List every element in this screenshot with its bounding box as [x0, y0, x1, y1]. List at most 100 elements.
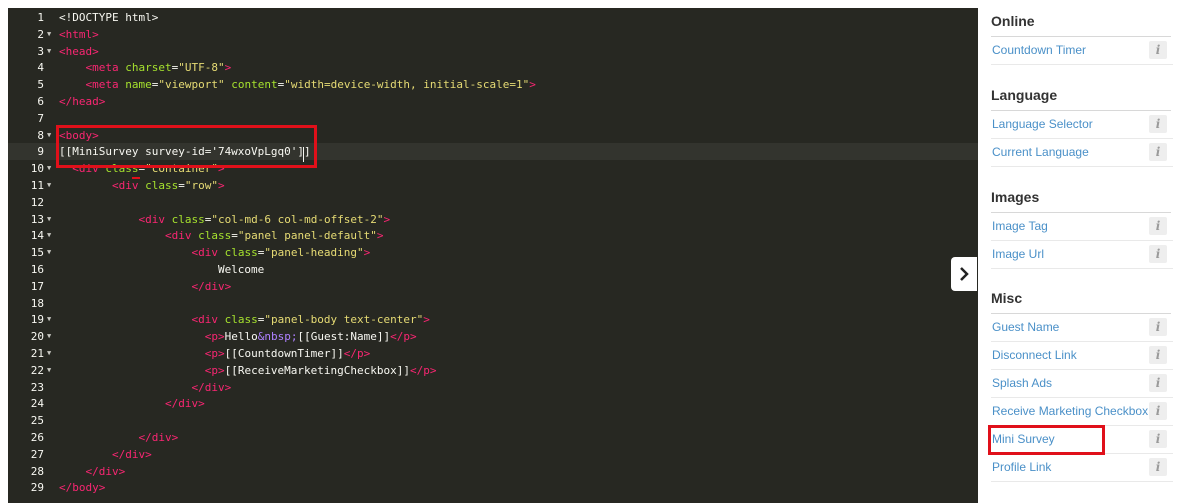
code-token: = [178, 179, 185, 192]
code-line[interactable]: 6 </head> [8, 93, 978, 110]
placeholder-link[interactable]: Guest Name [992, 320, 1059, 334]
code-line[interactable]: 11 ▼ <div class="row"> [8, 177, 978, 194]
fold-arrow-icon[interactable]: ▼ [47, 43, 51, 60]
code-line[interactable]: 16 Welcome [8, 261, 978, 278]
code-token: <head> [59, 44, 99, 58]
code-line[interactable]: 9 [[MiniSurvey survey-id='74wxoVpLgq0']] [8, 143, 978, 161]
fold-arrow-icon[interactable]: ▼ [47, 328, 51, 345]
code-line[interactable]: 21 ▼ <p>[[CountdownTimer]]</p> [8, 345, 978, 362]
fold-arrow-icon[interactable]: ▼ [47, 227, 51, 244]
info-icon[interactable]: i [1149, 318, 1167, 336]
placeholder-link[interactable]: Current Language [992, 145, 1089, 159]
code-token: <div [191, 313, 225, 327]
code-token: name [125, 78, 152, 92]
info-icon[interactable]: i [1149, 143, 1167, 161]
line-number: 21 [30, 347, 44, 360]
info-icon[interactable]: i [1149, 245, 1167, 263]
placeholder-link[interactable]: Mini Survey [992, 432, 1055, 446]
line-number: 27 [30, 447, 44, 461]
code-line[interactable]: 23 </div> [8, 379, 978, 396]
info-icon[interactable]: i [1149, 115, 1167, 133]
placeholder-item-splash-ads[interactable]: Splash Ads i [991, 370, 1173, 398]
code-line[interactable]: 15 ▼ <div class="panel-heading"> [8, 244, 978, 261]
code-line[interactable]: 22 ▼ <p>[[ReceiveMarketingCheckbox]]</p> [8, 362, 978, 379]
code-line[interactable]: 2 ▼ <html> [8, 26, 978, 43]
placeholder-item-guest-name[interactable]: Guest Name i [991, 314, 1173, 342]
placeholder-link[interactable]: Splash Ads [992, 376, 1052, 390]
placeholder-item-disconnect-link[interactable]: Disconnect Link i [991, 342, 1173, 370]
code-line[interactable]: 25 [8, 412, 978, 429]
info-icon[interactable]: i [1149, 346, 1167, 364]
fold-arrow-icon[interactable]: ▼ [47, 26, 51, 43]
placeholder-item-profile-link[interactable]: Profile Link i [991, 454, 1173, 482]
placeholder-item-current-language[interactable]: Current Language i [991, 139, 1173, 167]
fold-arrow-icon[interactable]: ▼ [47, 311, 51, 328]
code-token: </div> [191, 380, 232, 394]
info-icon[interactable]: i [1149, 217, 1167, 235]
placeholder-item-image-url[interactable]: Image Url i [991, 241, 1173, 269]
code-line[interactable]: 20 ▼ <p>Hello&nbsp;[[Guest:Name]]</p> [8, 328, 978, 345]
fold-arrow-icon[interactable]: ▼ [47, 362, 51, 379]
code-token: <div [138, 212, 172, 226]
line-number: 23 [30, 380, 44, 394]
info-icon[interactable]: i [1149, 430, 1167, 448]
code-line[interactable]: 27 </div> [8, 446, 978, 463]
placeholder-link[interactable]: Profile Link [992, 460, 1051, 474]
line-number: 18 [30, 296, 44, 310]
fold-arrow-icon[interactable]: ▼ [47, 127, 51, 144]
code-line[interactable]: 18 [8, 295, 978, 312]
code-line[interactable]: 4 <meta charset="UTF-8"> [8, 59, 978, 76]
code-line[interactable]: 29 </body> [8, 479, 978, 496]
fold-arrow-icon[interactable]: ▼ [47, 160, 51, 177]
placeholder-item-language-selector[interactable]: Language Selector i [991, 111, 1173, 139]
code-line[interactable]: 26 </div> [8, 429, 978, 446]
placeholder-item-image-tag[interactable]: Image Tag i [991, 213, 1173, 241]
code-line[interactable]: 19 ▼ <div class="panel-body text-center"> [8, 311, 978, 328]
placeholder-link[interactable]: Countdown Timer [992, 43, 1086, 57]
code-line[interactable]: 8 ▼ <body> [8, 127, 978, 144]
code-line[interactable]: 17 </div> [8, 278, 978, 295]
info-icon[interactable]: i [1149, 41, 1167, 59]
code-token: "UTF-8" [178, 61, 225, 75]
placeholder-item-receive-marketing-checkbox[interactable]: Receive Marketing Checkbox i [991, 398, 1173, 426]
placeholder-link[interactable]: Language Selector [992, 117, 1093, 131]
placeholder-item-mini-survey[interactable]: Mini Survey i [991, 426, 1173, 454]
code-line[interactable]: 3 ▼ <head> [8, 43, 978, 60]
code-line[interactable]: 7 [8, 110, 978, 127]
code-line[interactable]: 12 [8, 194, 978, 211]
placeholder-link[interactable]: Image Tag [992, 219, 1048, 233]
info-icon[interactable]: i [1149, 402, 1167, 420]
code-text: <p>Hello&nbsp;[[Guest:Name]]</p> [59, 328, 417, 345]
fold-arrow-icon[interactable]: ▼ [47, 345, 51, 362]
code-line[interactable]: 10 ▼ <div class="container"> [8, 160, 978, 177]
fold-arrow-icon[interactable]: ▼ [47, 244, 51, 261]
fold-arrow-icon[interactable]: ▼ [47, 177, 51, 194]
placeholder-link[interactable]: Disconnect Link [992, 348, 1077, 362]
code-line[interactable]: 13 ▼ <div class="col-md-6 col-md-offset-2… [8, 211, 978, 228]
placeholder-link[interactable]: Image Url [992, 247, 1044, 261]
code-token: "viewport" [158, 78, 232, 92]
code-text: <body> [59, 127, 99, 144]
code-editor[interactable]: 1 <!DOCTYPE html> 2 ▼ <html> 3 ▼ <head> 4 <meta … [8, 8, 978, 503]
code-line[interactable]: 24 </div> [8, 395, 978, 412]
chevron-right-icon [960, 267, 969, 281]
code-token: class [171, 212, 205, 226]
code-line[interactable]: 14 ▼ <div class="panel panel-default"> [8, 227, 978, 244]
info-icon[interactable]: i [1149, 458, 1167, 476]
code-line[interactable]: 5 <meta name="viewport" content="width=d… [8, 76, 978, 93]
code-line[interactable]: 28 </div> [8, 463, 978, 480]
info-icon[interactable]: i [1149, 374, 1167, 392]
code-line[interactable]: 1 <!DOCTYPE html> [8, 9, 978, 26]
placeholder-item-countdown-timer[interactable]: Countdown Timer i [991, 37, 1173, 65]
fold-arrow-icon[interactable]: ▼ [47, 211, 51, 228]
line-number: 26 [30, 431, 44, 444]
collapse-panel-button[interactable] [951, 257, 977, 291]
line-number: 4 [37, 61, 44, 75]
code-text: </div> [59, 463, 126, 480]
placeholder-link[interactable]: Receive Marketing Checkbox [992, 404, 1148, 418]
